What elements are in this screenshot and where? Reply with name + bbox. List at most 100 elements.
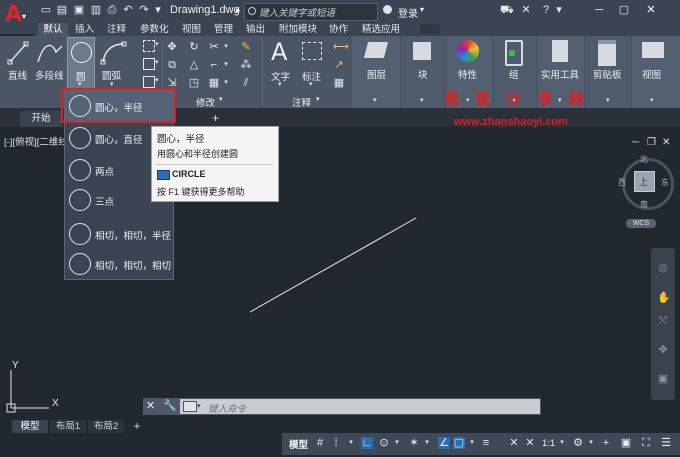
user-icon[interactable] <box>383 5 392 14</box>
redo-icon[interactable]: ↷ <box>138 4 150 16</box>
trim-icon[interactable]: ✂ <box>208 41 220 53</box>
recent-commands-icon[interactable] <box>183 401 197 412</box>
scale-dropdown-icon[interactable]: ▾ <box>556 437 568 449</box>
isodraft-icon[interactable]: ✶ <box>408 437 420 449</box>
array-icon[interactable]: ▦ <box>208 77 220 89</box>
block-button[interactable]: 块 ▾ <box>402 36 444 108</box>
tab-annotate[interactable]: 注释 <box>107 23 126 36</box>
help-dropdown-icon[interactable]: ▾ <box>553 4 565 16</box>
viewport-controls[interactable]: [-][俯视][二维线 <box>4 134 68 148</box>
application-menu-button[interactable]: A ▾ <box>0 0 34 34</box>
isodraft-dropdown-icon[interactable]: ▾ <box>421 437 433 449</box>
tab-insert[interactable]: 插入 <box>75 23 94 36</box>
polyline-button[interactable]: 多段线 <box>34 38 66 86</box>
erase-icon[interactable]: ✎ <box>240 41 252 53</box>
viewport-minimize-icon[interactable]: ─ <box>632 137 639 148</box>
pan-icon[interactable]: ✋ <box>657 292 671 304</box>
login-link[interactable]: 登录 <box>398 5 418 20</box>
annotation-scale[interactable]: 1:1 <box>542 438 555 449</box>
ortho-icon[interactable]: ∟ <box>361 437 373 449</box>
circle-option-tan-tan-radius[interactable]: 相切，相切，半径 <box>65 219 173 249</box>
save-icon[interactable]: ▣ <box>73 4 85 16</box>
rotate-icon[interactable]: ↻ <box>188 41 200 53</box>
minimize-icon[interactable]: ─ <box>593 4 605 16</box>
undo-icon[interactable]: ↶ <box>122 4 134 16</box>
tab-parametric[interactable]: 参数化 <box>140 23 169 36</box>
boundary-dropdown-icon[interactable]: ▾ <box>155 76 159 84</box>
rectangle-dropdown-icon[interactable]: ▾ <box>155 40 159 48</box>
linear-dim-icon[interactable]: ⟷ <box>333 41 349 53</box>
viewcube-west[interactable]: 西 <box>618 177 626 188</box>
tab-view[interactable]: 视图 <box>182 23 201 36</box>
ribbon-toggle-icon[interactable] <box>420 24 440 34</box>
exchange-icon[interactable]: ✕ <box>520 4 532 16</box>
fillet-icon[interactable]: ⌐ <box>208 59 220 71</box>
settings-gear-icon[interactable]: ⚙ <box>572 437 584 449</box>
scale-icon[interactable]: ◳ <box>188 77 200 89</box>
layout-tab-layout2[interactable]: 布局2 <box>88 420 124 433</box>
viewcube-east[interactable]: 东 <box>661 177 669 188</box>
tab-manage[interactable]: 管理 <box>214 23 233 36</box>
table-icon[interactable]: ▦ <box>333 77 345 89</box>
maximize-icon[interactable]: ▢ <box>618 4 630 16</box>
text-button[interactable]: A 文字 ▾ <box>268 38 294 90</box>
mirror-icon[interactable]: △ <box>188 59 200 71</box>
clipboard-button[interactable]: 剪贴板 ▾ <box>586 36 630 108</box>
open-folder-icon[interactable]: ▤ <box>56 4 68 16</box>
quick-access-dropdown-icon[interactable]: ▾ <box>152 4 164 16</box>
customization-menu-icon[interactable]: ☰ <box>660 437 672 449</box>
login-dropdown-icon[interactable]: ▾ <box>420 5 424 14</box>
viewcube-south[interactable]: 南 <box>640 199 648 210</box>
customize-icon[interactable]: 🔧 <box>163 399 177 412</box>
layout-tab-model[interactable]: 模型 <box>12 420 48 433</box>
modify-dropdown-icon[interactable]: ▾ <box>219 95 223 107</box>
object-snap-icon[interactable]: ▢ <box>453 437 465 449</box>
view-button[interactable]: 视图 ▾ <box>632 36 680 108</box>
annotation-panel-label[interactable]: 注释 <box>292 95 311 109</box>
object-snap-dropdown-icon[interactable]: ▾ <box>466 437 478 449</box>
snap-mode-icon[interactable]: ⁞ <box>330 437 342 449</box>
command-input[interactable]: ▾ 键入命令 <box>180 399 540 415</box>
dimension-button[interactable]: 标注 ▾ <box>298 38 326 90</box>
object-snap-tracking-icon[interactable]: ∠ <box>438 437 450 449</box>
showmotion-icon[interactable]: ▣ <box>657 373 669 385</box>
zoom-extents-icon[interactable]: ⤧ <box>657 315 669 327</box>
drawn-line[interactable] <box>240 210 425 320</box>
trim-dropdown-icon[interactable]: ▾ <box>220 41 232 53</box>
polar-tracking-icon[interactable]: ⊙ <box>378 437 390 449</box>
new-tab-button[interactable]: + <box>212 111 219 125</box>
search-input[interactable]: 键入关键字或短语 <box>244 3 378 21</box>
circle-option-tan-tan-tan[interactable]: 相切，相切，相切 <box>65 249 173 279</box>
layers-button[interactable]: 图层 ▾ <box>352 36 400 108</box>
fillet-dropdown-icon[interactable]: ▾ <box>220 59 232 71</box>
tab-output[interactable]: 输出 <box>246 23 265 36</box>
viewcube-north[interactable]: 北 <box>640 154 648 165</box>
move-icon[interactable]: ✥ <box>166 41 178 53</box>
offset-icon[interactable]: ⫽ <box>240 77 252 89</box>
grid-icon[interactable]: # <box>314 437 326 449</box>
close-command-line-icon[interactable]: ✕ <box>146 399 155 412</box>
polar-dropdown-icon[interactable]: ▾ <box>391 437 403 449</box>
new-file-icon[interactable]: ▭ <box>40 4 52 16</box>
tab-featured-apps[interactable]: 精选应用 <box>362 23 400 36</box>
circle-button[interactable]: 圆 ▾ <box>67 37 95 91</box>
tab-start[interactable]: 开始 <box>20 111 62 127</box>
layout-tab-layout1[interactable]: 布局1 <box>50 420 86 433</box>
snap-dropdown-icon[interactable]: ▾ <box>345 437 357 449</box>
array-dropdown-icon[interactable]: ▾ <box>220 77 232 89</box>
tab-default[interactable]: 默认 <box>38 23 68 36</box>
print-icon[interactable]: ⎙ <box>106 4 118 16</box>
cart-icon[interactable]: ⛟ <box>500 4 514 16</box>
annotation-dropdown-icon[interactable]: ▾ <box>316 95 320 107</box>
wcs-menu[interactable]: WCS <box>626 219 656 228</box>
lineweight-icon[interactable]: ≡ <box>480 437 492 449</box>
orbit-icon[interactable]: ✥ <box>657 344 669 356</box>
save-as-icon[interactable]: ▥ <box>90 4 102 16</box>
hatch-icon[interactable] <box>143 58 155 70</box>
model-space-button[interactable]: 模型 <box>289 437 308 451</box>
explode-icon[interactable]: ⁂ <box>240 59 252 71</box>
help-icon[interactable]: ? <box>540 4 552 16</box>
annotation-visibility-icon[interactable]: ✕ <box>508 437 520 449</box>
arc-button[interactable]: 圆弧 ▾ <box>98 38 128 90</box>
line-button[interactable]: 直线 <box>4 38 32 86</box>
